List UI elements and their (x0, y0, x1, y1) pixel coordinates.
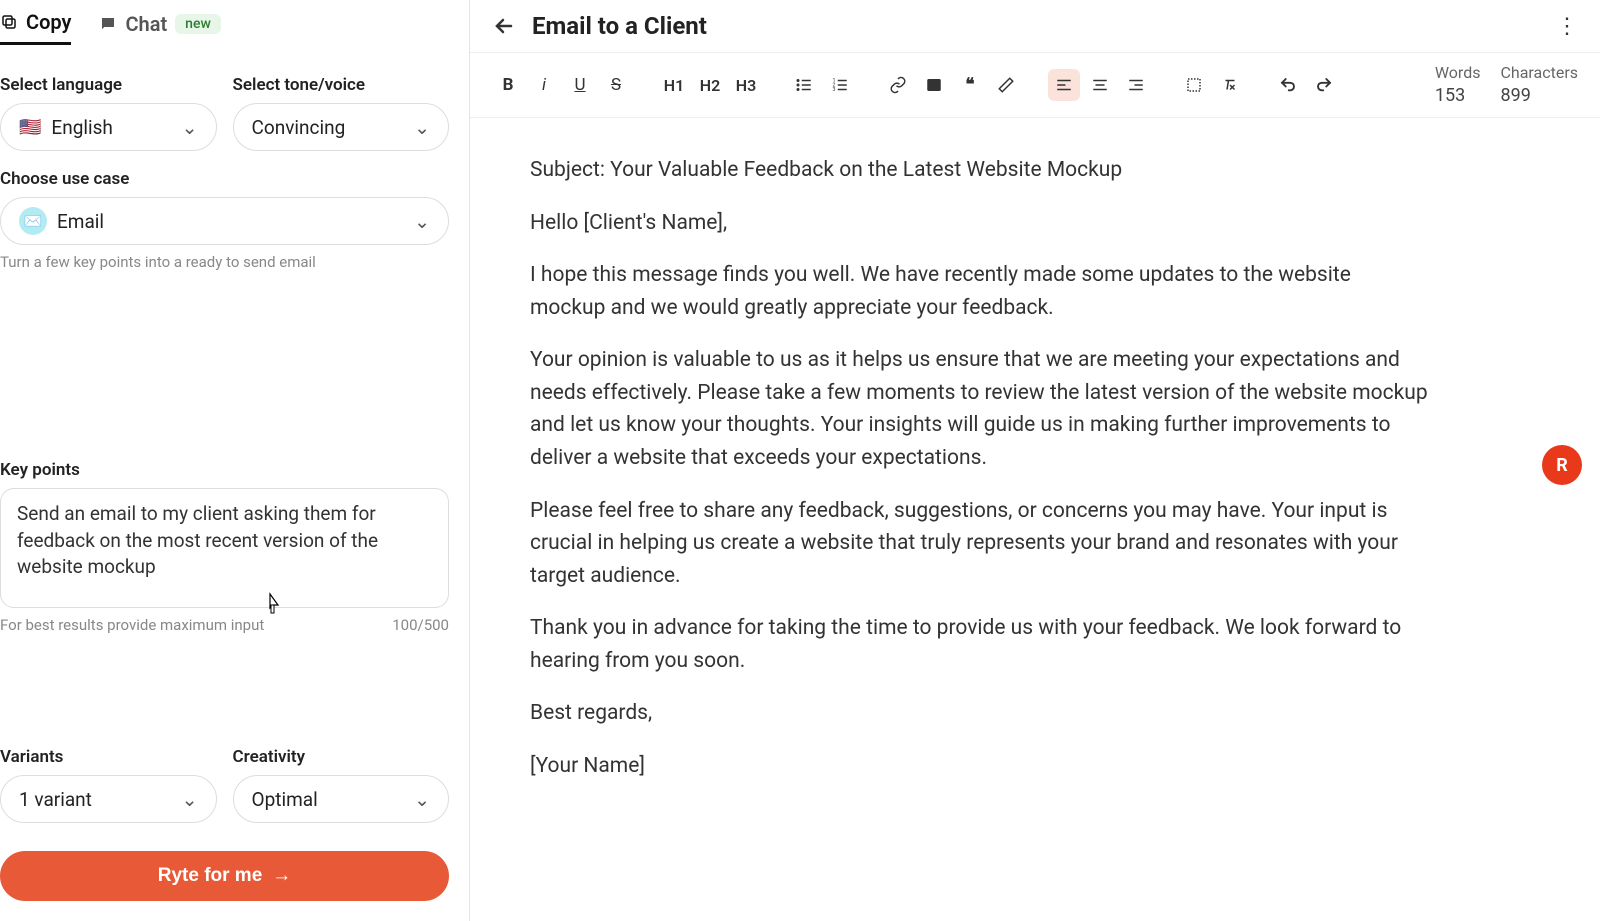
redo-button[interactable] (1308, 69, 1340, 101)
variants-value: 1 variant (19, 788, 92, 811)
tab-chat-label: Chat (125, 12, 167, 36)
copy-icon (0, 13, 18, 31)
variants-select[interactable]: 1 variant ⌄ (0, 775, 217, 823)
keypoints-input[interactable] (0, 488, 449, 608)
toolbar: B i U S H1 H2 H3 123 ❝ (470, 53, 1600, 118)
number-list-button[interactable]: 123 (824, 69, 856, 101)
usecase-label: Choose use case (0, 169, 449, 189)
paragraph: Best regards, (530, 697, 1430, 730)
tabs: Copy Chat new (0, 0, 449, 57)
align-right-button[interactable] (1120, 69, 1152, 101)
chevron-down-icon: ⌄ (182, 788, 198, 811)
language-label: Select language (0, 75, 217, 95)
char-count: Characters 899 (1500, 63, 1578, 107)
undo-button[interactable] (1272, 69, 1304, 101)
image-button[interactable] (918, 69, 950, 101)
align-left-button[interactable] (1048, 69, 1080, 101)
paragraph: Your opinion is valuable to us as it hel… (530, 344, 1430, 474)
back-button[interactable] (492, 14, 516, 38)
keypoints-helper: For best results provide maximum input (0, 616, 264, 634)
paragraph: [Your Name] (530, 750, 1430, 783)
usecase-select[interactable]: ✉️ Email ⌄ (0, 197, 449, 245)
paragraph: Please feel free to share any feedback, … (530, 495, 1430, 593)
highlight-button[interactable] (990, 69, 1022, 101)
tone-label: Select tone/voice (233, 75, 450, 95)
chevron-down-icon: ⌄ (414, 116, 430, 139)
tab-copy[interactable]: Copy (0, 10, 71, 45)
new-badge: new (175, 14, 221, 34)
bold-button[interactable]: B (492, 69, 524, 101)
h3-button[interactable]: H3 (730, 69, 762, 101)
email-icon: ✉️ (19, 207, 47, 235)
word-count: Words 153 (1435, 63, 1481, 107)
tab-copy-label: Copy (26, 10, 71, 34)
keypoints-label: Key points (0, 460, 449, 480)
italic-button[interactable]: i (528, 69, 560, 101)
chat-icon (99, 15, 117, 33)
paragraph: I hope this message finds you well. We h… (530, 259, 1430, 324)
link-button[interactable] (882, 69, 914, 101)
creativity-value: Optimal (252, 788, 318, 811)
arrow-right-icon: → (272, 865, 291, 887)
editor[interactable]: Subject: Your Valuable Feedback on the L… (470, 118, 1490, 838)
tone-value: Convincing (252, 116, 346, 139)
tone-select[interactable]: Convincing ⌄ (233, 103, 450, 151)
flag-icon: 🇺🇸 (19, 117, 41, 138)
paragraph: Hello [Client's Name], (530, 207, 1430, 240)
variants-label: Variants (0, 747, 217, 767)
usecase-value: Email (57, 210, 104, 233)
topbar: Email to a Client ⋮ (470, 0, 1600, 53)
bullet-list-button[interactable] (788, 69, 820, 101)
language-select[interactable]: 🇺🇸 English ⌄ (0, 103, 217, 151)
align-center-button[interactable] (1084, 69, 1116, 101)
chevron-down-icon: ⌄ (414, 788, 430, 811)
creativity-select[interactable]: Optimal ⌄ (233, 775, 450, 823)
more-button[interactable]: ⋮ (1556, 14, 1578, 39)
tab-chat[interactable]: Chat new (99, 10, 220, 45)
language-value: English (51, 116, 112, 139)
fab-button[interactable]: R (1542, 445, 1582, 485)
select-all-button[interactable] (1178, 69, 1210, 101)
h1-button[interactable]: H1 (658, 69, 690, 101)
chevron-down-icon: ⌄ (414, 210, 430, 233)
strike-button[interactable]: S (600, 69, 632, 101)
usecase-helper: Turn a few key points into a ready to se… (0, 253, 449, 271)
chevron-down-icon: ⌄ (182, 116, 198, 139)
ryte-button[interactable]: Ryte for me → (0, 851, 449, 901)
keypoints-count: 100/500 (392, 616, 449, 634)
svg-text:3: 3 (833, 87, 836, 93)
clear-format-button[interactable] (1214, 69, 1246, 101)
paragraph: Subject: Your Valuable Feedback on the L… (530, 154, 1430, 187)
ryte-button-label: Ryte for me (158, 865, 263, 887)
page-title: Email to a Client (532, 12, 707, 40)
sidebar: Copy Chat new Select language 🇺🇸 English… (0, 0, 470, 921)
h2-button[interactable]: H2 (694, 69, 726, 101)
quote-button[interactable]: ❝ (954, 69, 986, 101)
paragraph: Thank you in advance for taking the time… (530, 612, 1430, 677)
creativity-label: Creativity (233, 747, 450, 767)
main: Email to a Client ⋮ B i U S H1 H2 H3 123 (470, 0, 1600, 921)
underline-button[interactable]: U (564, 69, 596, 101)
